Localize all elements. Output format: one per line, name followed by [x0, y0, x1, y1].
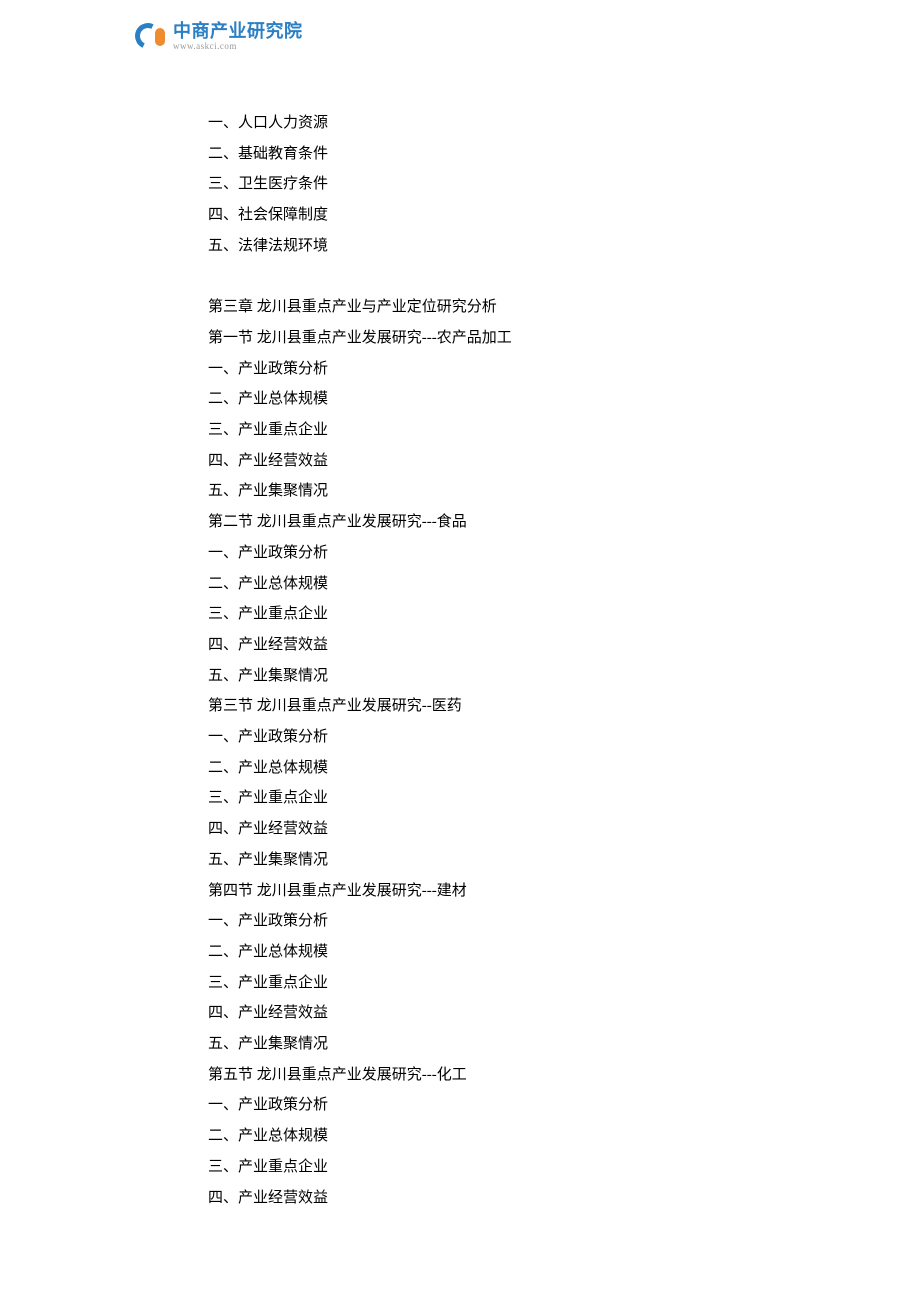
toc-item: 四、产业经营效益 — [208, 814, 768, 845]
toc-item: 四、产业经营效益 — [208, 1183, 768, 1214]
logo-url: www.askci.com — [173, 42, 303, 51]
toc-item: 五、法律法规环境 — [208, 231, 768, 262]
toc-item: 一、产业政策分析 — [208, 354, 768, 385]
toc-item: 一、产业政策分析 — [208, 722, 768, 753]
toc-item: 一、产业政策分析 — [208, 906, 768, 937]
toc-section: 第三节 龙川县重点产业发展研究--医药 — [208, 691, 768, 722]
toc-item: 四、产业经营效益 — [208, 446, 768, 477]
toc-item: 一、产业政策分析 — [208, 538, 768, 569]
toc-item: 一、人口人力资源 — [208, 108, 768, 139]
toc-item: 三、产业重点企业 — [208, 783, 768, 814]
toc-item: 五、产业集聚情况 — [208, 661, 768, 692]
toc-item: 四、产业经营效益 — [208, 998, 768, 1029]
toc-section: 第二节 龙川县重点产业发展研究---食品 — [208, 507, 768, 538]
toc-item: 五、产业集聚情况 — [208, 476, 768, 507]
toc-item: 五、产业集聚情况 — [208, 1029, 768, 1060]
toc-item: 四、产业经营效益 — [208, 630, 768, 661]
toc-item: 二、产业总体规模 — [208, 937, 768, 968]
toc-section: 第四节 龙川县重点产业发展研究---建材 — [208, 876, 768, 907]
toc-item: 三、产业重点企业 — [208, 1152, 768, 1183]
section-gap — [208, 262, 768, 293]
toc-section: 第五节 龙川县重点产业发展研究---化工 — [208, 1060, 768, 1091]
logo-icon — [135, 20, 167, 52]
toc-item: 三、卫生医疗条件 — [208, 169, 768, 200]
toc-item: 二、基础教育条件 — [208, 139, 768, 170]
toc-item: 二、产业总体规模 — [208, 569, 768, 600]
toc-chapter: 第三章 龙川县重点产业与产业定位研究分析 — [208, 292, 768, 323]
toc-item: 二、产业总体规模 — [208, 1121, 768, 1152]
toc-item: 五、产业集聚情况 — [208, 845, 768, 876]
toc-item: 三、产业重点企业 — [208, 599, 768, 630]
brand-logo: 中商产业研究院 www.askci.com — [135, 20, 303, 52]
toc-item: 三、产业重点企业 — [208, 968, 768, 999]
toc-item: 二、产业总体规模 — [208, 753, 768, 784]
toc-content: 一、人口人力资源 二、基础教育条件 三、卫生医疗条件 四、社会保障制度 五、法律… — [208, 108, 768, 1213]
toc-section: 第一节 龙川县重点产业发展研究---农产品加工 — [208, 323, 768, 354]
toc-item: 四、社会保障制度 — [208, 200, 768, 231]
toc-item: 一、产业政策分析 — [208, 1090, 768, 1121]
logo-text: 中商产业研究院 www.askci.com — [173, 22, 303, 51]
toc-item: 三、产业重点企业 — [208, 415, 768, 446]
toc-item: 二、产业总体规模 — [208, 384, 768, 415]
logo-title-cn: 中商产业研究院 — [173, 22, 303, 40]
